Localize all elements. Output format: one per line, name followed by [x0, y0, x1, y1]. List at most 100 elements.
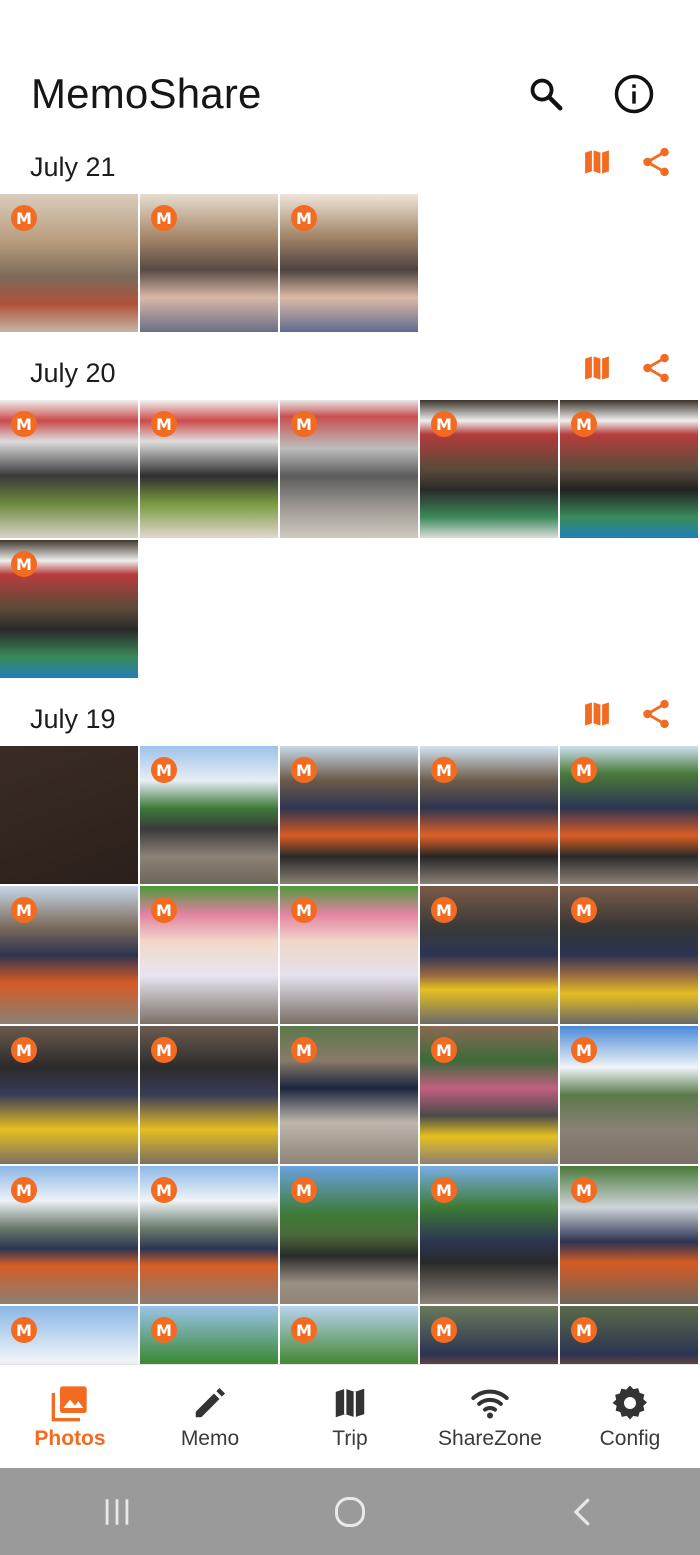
photo-thumbnail[interactable] [0, 746, 138, 884]
photo-thumbnail[interactable]: M [280, 1026, 418, 1164]
photo-thumbnail[interactable]: M [420, 1166, 558, 1304]
back-button[interactable] [523, 1482, 643, 1542]
memo-badge: M [431, 1177, 457, 1203]
share-button[interactable] [634, 692, 678, 736]
map-icon [583, 148, 611, 176]
memo-badge: M [571, 897, 597, 923]
photo-thumbnail[interactable]: M [280, 746, 418, 884]
memo-badge: M [431, 897, 457, 923]
map-icon [583, 354, 611, 382]
photos-icon [50, 1383, 90, 1423]
date-section: July 20 M M M M M M [0, 346, 700, 678]
photo-thumbnail[interactable]: M [140, 400, 278, 538]
photo-thumbnail[interactable]: M [280, 1306, 418, 1364]
photo-thumbnail[interactable]: M [140, 194, 278, 332]
search-button[interactable] [522, 70, 570, 118]
share-button[interactable] [634, 140, 678, 184]
photo-thumbnail[interactable]: M [0, 1166, 138, 1304]
photo-thumbnail[interactable]: M [140, 1166, 278, 1304]
memo-badge: M [11, 1037, 37, 1063]
nav-photos[interactable]: Photos [0, 1365, 140, 1469]
share-button[interactable] [634, 346, 678, 390]
memo-badge: M [431, 411, 457, 437]
photo-thumbnail[interactable]: M [280, 1166, 418, 1304]
app-title: MemoShare [31, 70, 262, 117]
nav-trip[interactable]: Trip [280, 1365, 420, 1469]
search-icon [530, 78, 563, 111]
photo-feed[interactable]: July 21 M M M July 20 M M M M M M July 1… [0, 140, 700, 1364]
memo-badge: M [151, 1177, 177, 1203]
memo-badge: M [11, 1177, 37, 1203]
photo-thumbnail[interactable]: M [420, 1306, 558, 1364]
photo-thumbnail[interactable]: M [280, 886, 418, 1024]
share-icon [643, 353, 669, 383]
photo-thumbnail[interactable]: M [0, 886, 138, 1024]
recents-icon [105, 1498, 128, 1525]
photo-thumbnail[interactable]: M [280, 400, 418, 538]
gear-icon [610, 1383, 650, 1423]
photo-thumbnail[interactable]: M [420, 746, 558, 884]
nav-label: ShareZone [438, 1427, 542, 1450]
photo-thumbnail[interactable]: M [140, 746, 278, 884]
date-section: July 19 M M M M M M M M M M M M M M M M … [0, 692, 700, 1364]
info-icon [614, 74, 654, 114]
photo-thumbnail[interactable]: M [0, 540, 138, 678]
trip-map-button[interactable] [575, 346, 619, 390]
memo-badge: M [291, 411, 317, 437]
nav-config[interactable]: Config [560, 1365, 700, 1469]
memo-badge: M [571, 1317, 597, 1343]
nav-label: Config [599, 1427, 661, 1450]
photo-thumbnail[interactable]: M [560, 1166, 698, 1304]
photo-thumbnail[interactable]: M [280, 194, 418, 332]
home-icon [334, 1496, 365, 1527]
photo-thumbnail[interactable]: M [560, 746, 698, 884]
bottom-navigation: Photos Memo Trip ShareZone Config [0, 1364, 700, 1469]
system-navigation-bar [0, 1468, 700, 1555]
memo-badge: M [151, 1037, 177, 1063]
trip-map-button[interactable] [575, 140, 619, 184]
nav-label: Trip [332, 1427, 368, 1450]
memo-badge: M [291, 205, 317, 231]
app-bar: MemoShare [0, 60, 700, 130]
section-date: July 19 [30, 704, 116, 734]
photo-thumbnail[interactable]: M [0, 1026, 138, 1164]
photo-thumbnail[interactable]: M [0, 400, 138, 538]
photo-thumbnail[interactable]: M [560, 1026, 698, 1164]
photo-thumbnail[interactable]: M [420, 1026, 558, 1164]
photo-thumbnail[interactable]: M [0, 1306, 138, 1364]
memo-badge: M [571, 1037, 597, 1063]
memo-badge: M [571, 1177, 597, 1203]
memo-badge: M [151, 757, 177, 783]
nav-memo[interactable]: Memo [140, 1365, 280, 1469]
nav-label: Photos [34, 1427, 106, 1450]
photo-thumbnail[interactable]: M [560, 886, 698, 1024]
photo-thumbnail[interactable]: M [140, 886, 278, 1024]
photo-thumbnail[interactable]: M [420, 400, 558, 538]
map-icon [331, 1383, 369, 1423]
back-icon [574, 1497, 591, 1526]
photo-grid: M M M [0, 194, 700, 332]
photo-grid: M M M M M M M M M M M M M M M M M M M M … [0, 746, 700, 1364]
section-header: July 20 [0, 346, 700, 400]
photo-thumbnail[interactable]: M [560, 400, 698, 538]
photo-grid: M M M M M M [0, 400, 700, 678]
memo-badge: M [291, 1037, 317, 1063]
trip-map-button[interactable] [575, 692, 619, 736]
info-button[interactable] [610, 70, 658, 118]
photo-thumbnail[interactable]: M [140, 1306, 278, 1364]
share-icon [643, 699, 669, 729]
map-icon [583, 700, 611, 728]
share-icon [643, 147, 669, 177]
recents-button[interactable] [57, 1482, 177, 1542]
photo-thumbnail[interactable]: M [420, 886, 558, 1024]
section-date: July 20 [30, 358, 116, 388]
photo-thumbnail[interactable]: M [0, 194, 138, 332]
memo-badge: M [11, 551, 37, 577]
section-header: July 21 [0, 140, 700, 194]
photo-thumbnail[interactable]: M [560, 1306, 698, 1364]
nav-sharezone[interactable]: ShareZone [420, 1365, 560, 1469]
memo-badge: M [571, 411, 597, 437]
home-button[interactable] [290, 1482, 410, 1542]
photo-thumbnail[interactable]: M [140, 1026, 278, 1164]
memo-badge: M [431, 1317, 457, 1343]
